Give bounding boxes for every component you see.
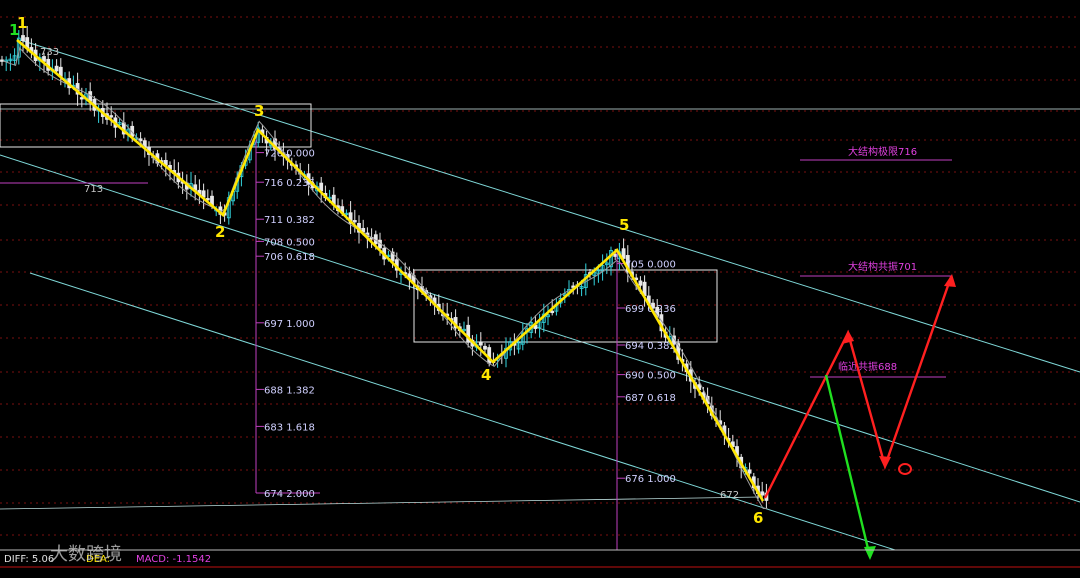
forecast-dip-arrowhead (879, 456, 891, 469)
candle-body (352, 220, 357, 223)
candle-body (54, 65, 59, 72)
fib2-label: 694 0.382 (625, 341, 676, 352)
wave-label: 4 (481, 366, 491, 384)
fibonacci-levels: 720 0.000716 0.236711 0.382708 0.500706 … (255, 140, 676, 550)
candle-body (79, 97, 84, 100)
wave-label: 3 (254, 102, 264, 120)
macd-diff: DIFF: 5.06 (4, 554, 54, 565)
candle-body (21, 35, 25, 41)
fib1-label: 697 1.000 (264, 319, 315, 330)
fib1-label: 711 0.382 (264, 215, 315, 226)
annotation-716: 大结构极限716 (848, 145, 917, 158)
fib2-label: 705 0.000 (625, 260, 676, 271)
fib2-label: 687 0.618 (625, 393, 676, 404)
fib2-label: 690 0.500 (625, 371, 676, 382)
price-tag: 713 (84, 184, 103, 195)
fib1-label: 708 0.500 (264, 237, 315, 248)
wave-label: 6 (753, 509, 763, 527)
wave-label: 2 (215, 223, 225, 241)
fib1-label: 720 0.000 (264, 149, 315, 160)
candle-body (760, 491, 765, 496)
candle-body (478, 341, 483, 346)
trend-channel (0, 39, 1080, 551)
forecast-up-path (763, 276, 953, 499)
candle-body (638, 280, 643, 286)
price-tag: 733 (40, 47, 59, 58)
channel-line (19, 39, 1080, 373)
wave-start-label: 1 (9, 21, 19, 39)
fib2-label: 676 1.000 (625, 474, 676, 485)
watermark-text: 大数跨境 (50, 544, 122, 565)
macd-value: MACD: -1.1542 (136, 554, 211, 565)
bottom-panel: DIFF: 5.06 DEA: MACD: -1.1542 大数跨境 (0, 544, 1080, 568)
annotation-701: 大结构共振701 (848, 260, 917, 273)
price-tag: 672 (720, 490, 739, 501)
annotation-688: 临近共振688 (838, 360, 897, 373)
candle-body (109, 115, 114, 118)
forecast-down-arrowhead (864, 546, 876, 560)
target-circle (898, 463, 912, 475)
fib1-label: 683 1.618 (264, 422, 315, 433)
price-chart: 720 0.000716 0.236711 0.382708 0.500706 … (0, 14, 1080, 568)
wave-label: 5 (619, 216, 629, 234)
fib1-label: 674 2.000 (264, 489, 315, 500)
forecast-up-arrowhead-1 (842, 330, 854, 344)
fib1-label: 688 1.382 (264, 385, 315, 396)
candle-body (483, 345, 487, 350)
candle-body (550, 310, 555, 314)
candle-body (613, 253, 618, 257)
candle-body (747, 469, 752, 474)
fib1-label: 706 0.618 (264, 252, 315, 263)
